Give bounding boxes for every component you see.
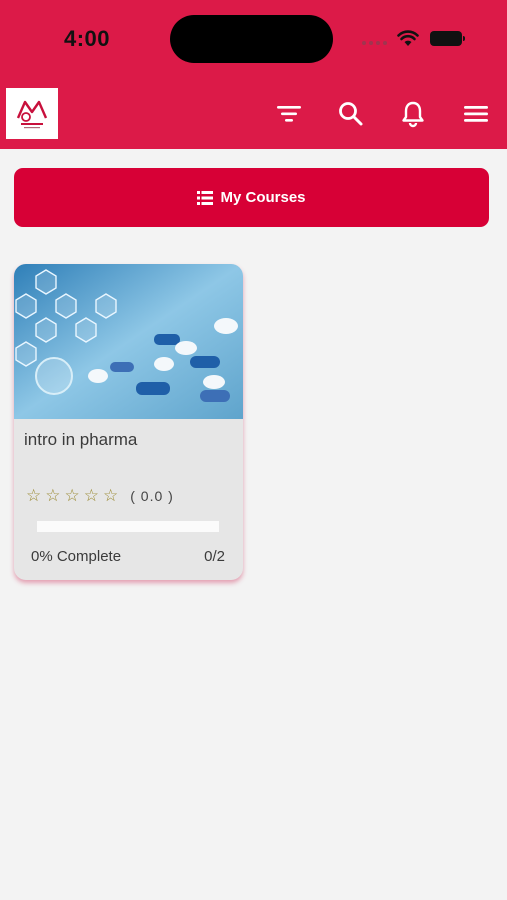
rating-value: ( 0.0 ): [130, 488, 174, 504]
logo-mark-icon: [16, 100, 48, 128]
app-header: 4:00: [0, 0, 507, 149]
star-rating: ☆ ☆ ☆ ☆ ☆ ( 0.0 ): [26, 486, 174, 506]
star-icon: ☆: [26, 486, 42, 505]
progress-bar: [37, 521, 219, 532]
complete-label: 0% Complete: [31, 548, 122, 565]
menu-icon[interactable]: [462, 100, 490, 128]
star-icon: ☆: [103, 486, 119, 505]
course-card[interactable]: intro in pharma ☆ ☆ ☆ ☆ ☆ ( 0.0 ) 0% Com…: [14, 264, 243, 580]
star-icon: ☆: [83, 486, 99, 505]
star-icon: ☆: [64, 486, 80, 505]
battery-icon: [430, 31, 465, 46]
my-courses-label: My Courses: [220, 189, 306, 206]
course-title: intro in pharma: [24, 430, 138, 449]
bell-icon[interactable]: [399, 100, 427, 128]
filter-icon[interactable]: [275, 100, 303, 128]
wifi-icon: [397, 30, 419, 46]
list-icon: [197, 190, 214, 205]
star-icon: ☆: [45, 486, 61, 505]
course-thumbnail: [14, 264, 243, 419]
my-courses-button[interactable]: My Courses: [14, 168, 489, 227]
app-logo[interactable]: [6, 88, 58, 139]
signal-icon: [362, 41, 387, 45]
search-icon[interactable]: [337, 100, 365, 128]
lesson-count: 0/2: [204, 548, 225, 565]
dynamic-island: [170, 15, 333, 63]
status-time: 4:00: [64, 26, 111, 51]
